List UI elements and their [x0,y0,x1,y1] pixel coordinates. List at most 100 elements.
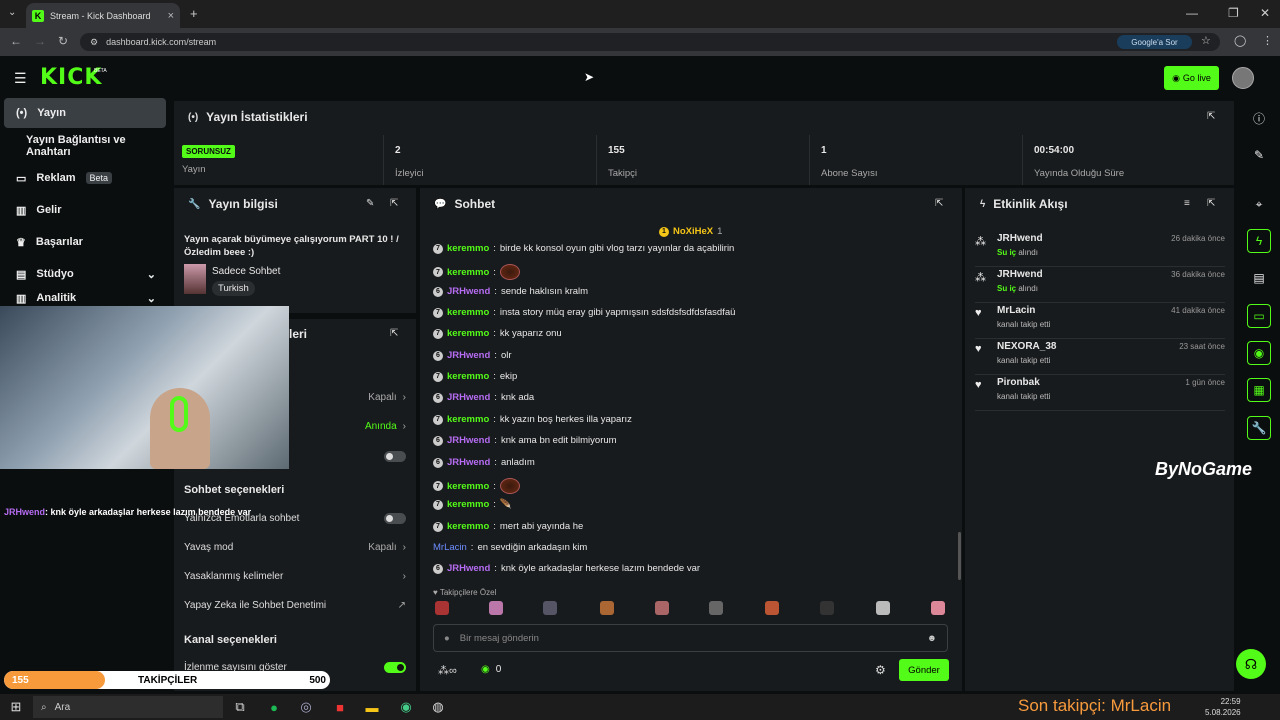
broadcast-icon[interactable]: ◉ [1247,341,1271,365]
lightning-icon[interactable]: ϟ [1247,229,1271,253]
sidebar-item-gelir[interactable]: ▥ Gelir [4,195,166,225]
chat-username[interactable]: keremmo [447,481,489,492]
chat-username[interactable]: JRHwend [447,350,490,361]
event-username[interactable]: JRHwend [997,233,1043,244]
chat-username[interactable]: keremmo [447,414,489,425]
toggle-switch[interactable] [384,451,406,462]
help-headset-icon[interactable]: ☊ [1236,649,1266,679]
chat-username[interactable]: JRHwend [447,392,490,403]
google-ask-button[interactable]: Google'a Sor [1117,35,1192,49]
wrench-icon[interactable]: 🔧 [1247,416,1271,440]
follower-avatar[interactable] [489,601,503,615]
follower-avatar[interactable] [435,601,449,615]
follower-avatar[interactable] [876,601,890,615]
reload-icon[interactable]: ↻ [58,34,68,48]
event-username[interactable]: Pironbak [997,377,1040,388]
follower-avatar[interactable] [709,601,723,615]
hamburger-menu-icon[interactable]: ☰ [14,70,27,87]
popout-icon[interactable]: ⇱ [390,328,398,339]
follower-avatar[interactable] [600,601,614,615]
chat-username[interactable]: keremmo [447,328,489,339]
filter-icon[interactable]: ≡ [1184,198,1190,209]
close-tab-icon[interactable]: × [168,10,174,22]
tab-list-icon[interactable]: ⌄ [8,7,16,18]
steam-icon[interactable]: ◎ [296,697,316,717]
forward-icon[interactable]: → [34,34,46,48]
chat-username[interactable]: JRHwend [447,563,490,574]
minimize-icon[interactable]: — [1186,6,1198,20]
popout-icon[interactable]: ⇱ [1207,198,1215,209]
settings-gear-icon[interactable]: ⚙ [875,663,886,677]
close-window-icon[interactable]: ✕ [1260,6,1270,20]
back-icon[interactable]: ← [10,34,22,48]
new-tab-icon[interactable]: + [190,6,198,21]
emoji-icon[interactable]: ☻ [927,633,937,644]
windows-start-icon[interactable]: ⊞ [6,697,26,717]
url-input[interactable]: ⚙ dashboard.kick.com/stream [80,33,1220,51]
sidebar-item-reklam[interactable]: ▭ Reklam Beta [4,163,166,193]
info-icon[interactable]: ⓘ [1247,106,1271,130]
bookmark-star-icon[interactable]: ☆ [1201,34,1211,47]
chat-username[interactable]: keremmo [447,307,489,318]
send-button[interactable]: Gönder [899,659,949,681]
focus-icon[interactable]: ⌖ [1247,192,1271,216]
task-view-icon[interactable]: ⧉ [230,697,250,717]
slow-mode-row[interactable]: Yavaş mod Kapalı › [184,542,406,553]
app-red-icon[interactable]: ■ [330,697,350,717]
points-icon[interactable]: ⁂∞ [438,664,457,677]
document-icon[interactable]: ▤ [1247,266,1271,290]
sidebar-item-studyo[interactable]: ▤ Stüdyo ⌄ [4,259,166,289]
taskbar-search[interactable]: ⌕ Ara [33,696,223,718]
site-info-icon[interactable]: ⚙ [90,37,98,48]
sidebar-item-basarilar[interactable]: ♛ Başarılar [4,227,166,257]
ai-moderation-row[interactable]: Yapay Zeka ile Sohbet Denetimi ↗ [184,600,406,611]
avatar[interactable] [1232,67,1254,89]
chat-username[interactable]: keremmo [447,371,489,382]
pinned-username[interactable]: NoXiHeX [673,226,713,237]
layout-icon[interactable]: ▦ [1247,378,1271,402]
popout-icon[interactable]: ⇱ [935,198,943,209]
event-description: Su iç alındı [997,284,1038,293]
follower-avatar[interactable] [820,601,834,615]
follower-avatar[interactable] [931,601,945,615]
emote-only-toggle[interactable] [384,513,406,524]
folder-icon[interactable]: ▬ [362,697,382,717]
restore-icon[interactable]: ❐ [1228,6,1239,20]
chat-username[interactable]: JRHwend [447,435,490,446]
go-live-button[interactable]: ◉ Go live [1164,66,1219,90]
event-username[interactable]: MrLacin [997,305,1035,316]
profile-icon[interactable]: ◯ [1234,34,1246,47]
popout-icon[interactable]: ⇱ [390,198,398,209]
follower-avatar[interactable] [765,601,779,615]
sidebar-item-yayin[interactable]: (•) Yayın [4,98,166,128]
chat-username[interactable]: keremmo [447,499,489,510]
chat-username[interactable]: MrLacin [433,542,467,553]
event-username[interactable]: JRHwend [997,269,1043,280]
sidebar-item-analitik[interactable]: ▥ Analitik ⌄ [4,292,166,306]
chat-username[interactable]: keremmo [447,267,489,278]
obs-icon[interactable]: ◍ [428,697,448,717]
show-viewcount-toggle[interactable] [384,662,406,673]
banned-words-row[interactable]: Yasaklanmış kelimeler › [184,571,406,582]
edit-pencil-icon[interactable]: ✎ [366,198,374,209]
chevron-down-icon: ⌄ [146,268,156,281]
chat-username[interactable]: JRHwend [447,286,490,297]
pencil-icon[interactable]: ✎ [1247,143,1271,167]
chat-scrollbar[interactable] [958,532,961,580]
chat-bubble-icon[interactable]: ▭ [1247,304,1271,328]
sidebar-item-stream-key[interactable]: Yayın Bağlantısı ve Anahtarı [4,131,166,161]
chat-username[interactable]: keremmo [447,243,489,254]
event-username[interactable]: NEXORA_38 [997,341,1056,352]
chat-message-input[interactable]: ● Bir mesaj gönderin ☻ [433,624,948,652]
stream-title: Yayın açarak büyümeye çalışıyorum PART 1… [184,234,399,258]
category-name[interactable]: Sadece Sohbet [212,266,280,277]
browser-tab[interactable]: K Stream - Kick Dashboard × [26,3,180,28]
follower-avatar[interactable] [543,601,557,615]
popout-icon[interactable]: ⇱ [1207,111,1215,122]
chrome-icon[interactable]: ◉ [396,697,416,717]
chat-username[interactable]: keremmo [447,521,489,532]
chat-username[interactable]: JRHwend [447,457,490,468]
spotify-icon[interactable]: ● [264,697,284,717]
follower-avatar[interactable] [655,601,669,615]
menu-icon[interactable]: ⋮ [1262,34,1273,47]
